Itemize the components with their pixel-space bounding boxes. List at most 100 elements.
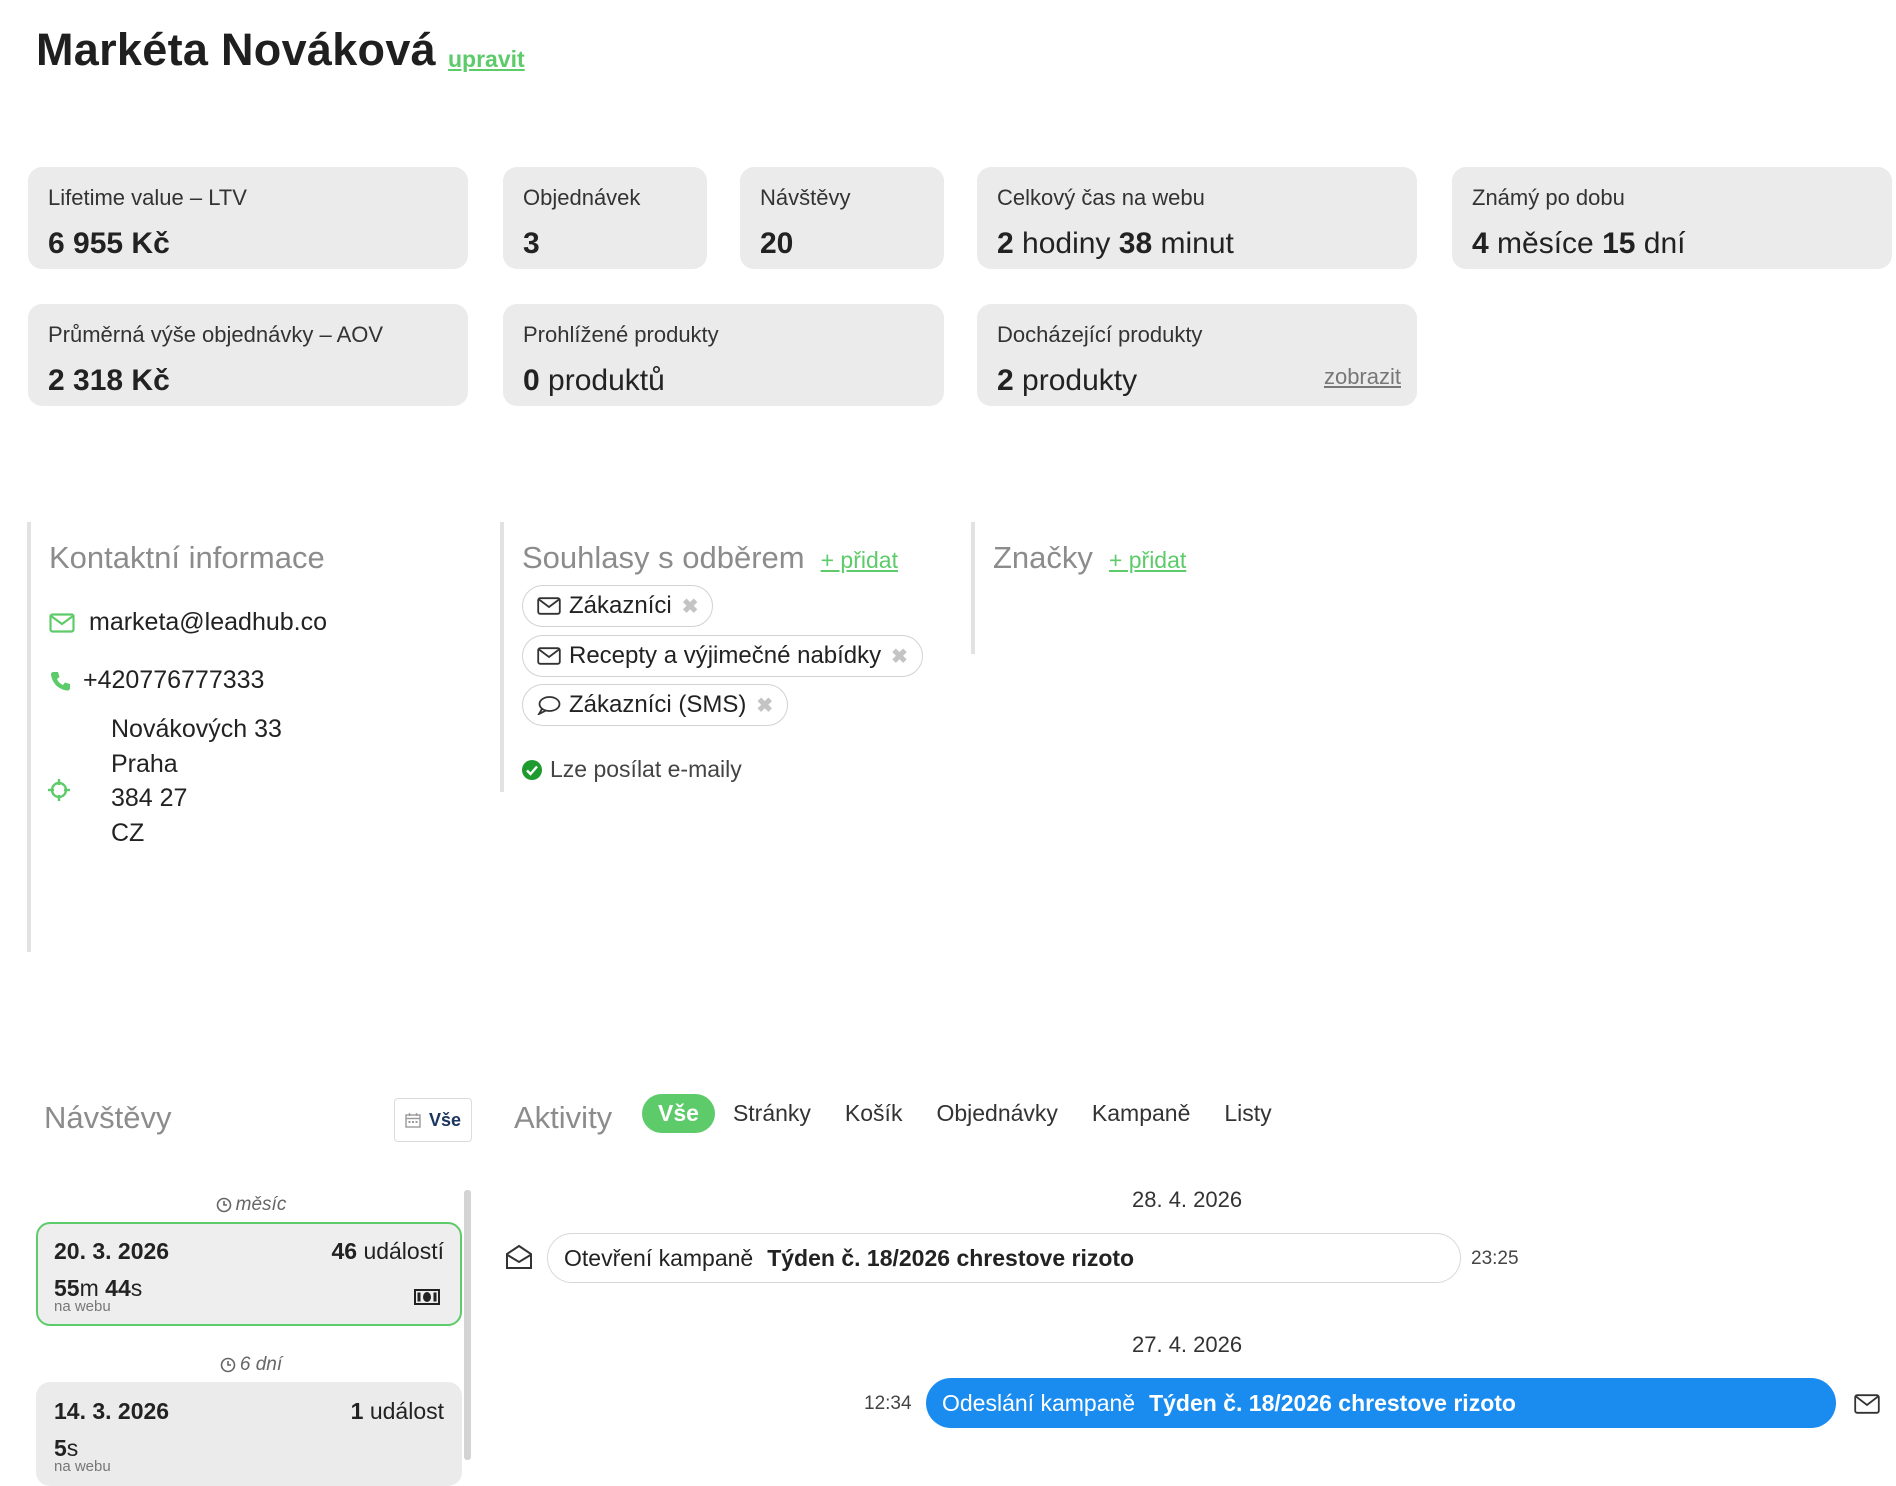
stat-value: 3 bbox=[523, 227, 540, 260]
stat-label: Docházející produkty bbox=[997, 322, 1203, 347]
stat-label: Známý po dobu bbox=[1472, 185, 1625, 210]
remove-consent-icon[interactable]: ✖ bbox=[891, 644, 908, 669]
speech-bubble-icon bbox=[537, 696, 561, 715]
address-zip: 384 27 bbox=[111, 784, 188, 812]
stat-card-aov: Průměrná výše objednávky – AOV 2 318 Kč bbox=[28, 304, 468, 406]
envelope-open-icon bbox=[506, 1244, 532, 1269]
envelope-icon bbox=[537, 597, 561, 615]
stat-label: Lifetime value – LTV bbox=[48, 185, 247, 210]
visit-age-separator: 6 dní bbox=[36, 1354, 466, 1376]
visit-card-header: 14. 3. 2026 1 událost bbox=[54, 1398, 444, 1425]
tags-section: Značky + přidat bbox=[971, 522, 1411, 654]
visit-date: 20. 3. 2026 bbox=[54, 1238, 170, 1264]
show-running-out-link[interactable]: zobrazit bbox=[1324, 364, 1401, 390]
address-country: CZ bbox=[111, 818, 145, 847]
add-tag-link[interactable]: + přidat bbox=[1109, 547, 1186, 573]
calendar-icon bbox=[405, 1113, 421, 1128]
visit-age-text: 6 dní bbox=[239, 1354, 283, 1375]
stat-label: Návštěvy bbox=[760, 185, 851, 210]
remove-consent-icon[interactable]: ✖ bbox=[756, 693, 773, 718]
stat-card-orders: Objednávek 3 bbox=[503, 167, 707, 269]
activity-campaign-name: Týden č. 18/2026 chrestove rizoto bbox=[1149, 1389, 1516, 1416]
consents-title: Souhlasy s odběrem bbox=[522, 540, 805, 575]
stat-label: Celkový čas na webu bbox=[997, 185, 1205, 210]
activity-bubble-campaign-sent[interactable]: Odeslání kampaně Týden č. 18/2026 chrest… bbox=[926, 1378, 1836, 1428]
stat-label: Průměrná výše objednávky – AOV bbox=[48, 322, 384, 347]
location-target-icon bbox=[48, 779, 70, 801]
stat-label: Prohlížené produkty bbox=[523, 322, 719, 347]
visit-events: 1 událost bbox=[350, 1398, 444, 1424]
email-status-text: Lze posílat e-maily bbox=[550, 756, 742, 782]
tab-lists[interactable]: Listy bbox=[1224, 1100, 1271, 1127]
visits-title: Návštěvy bbox=[44, 1100, 172, 1135]
visit-age-text: měsíc bbox=[235, 1194, 287, 1215]
check-circle-icon bbox=[522, 759, 542, 780]
consent-label: Recepty a výjimečné nabídky bbox=[569, 642, 882, 669]
contact-info-title: Kontaktní informace bbox=[49, 540, 325, 575]
stat-value: 20 bbox=[760, 227, 794, 260]
clock-icon bbox=[220, 1357, 236, 1373]
address-city: Praha bbox=[111, 749, 178, 778]
edit-link[interactable]: upravit bbox=[448, 46, 525, 73]
address-street: Novákových 33 bbox=[111, 715, 282, 743]
contact-info-section: Kontaktní informace marketa@leadhub.co +… bbox=[27, 522, 467, 952]
envelope-icon bbox=[49, 612, 75, 633]
activities-title: Aktivity bbox=[514, 1100, 613, 1135]
stat-card-viewed-products: Prohlížené produkty 0 produktů bbox=[503, 304, 944, 406]
tab-cart[interactable]: Košík bbox=[845, 1100, 903, 1127]
consent-label: Zákazníci bbox=[569, 592, 672, 619]
phone-row: +420776777333 bbox=[49, 666, 264, 695]
visit-card[interactable]: 14. 3. 2026 1 událost 5s na webu bbox=[36, 1382, 462, 1486]
visits-scrollbar[interactable] bbox=[464, 1190, 471, 1460]
consent-label: Zákazníci (SMS) bbox=[569, 691, 747, 718]
email-row: marketa@leadhub.co bbox=[49, 608, 327, 637]
tags-title: Značky bbox=[993, 540, 1093, 575]
envelope-icon bbox=[537, 647, 561, 665]
consent-pill: Recepty a výjimečné nabídky ✖ bbox=[522, 635, 923, 677]
activity-label: Odeslání kampaně bbox=[942, 1389, 1136, 1416]
activity-time: 12:34 bbox=[864, 1393, 912, 1414]
consent-pill: Zákazníci (SMS) ✖ bbox=[522, 684, 789, 726]
visits-all-button[interactable]: Vše bbox=[394, 1098, 472, 1142]
visit-card-header: 20. 3. 2026 46 událostí bbox=[54, 1238, 444, 1265]
activity-tabs: Vše Stránky Košík Objednávky Kampaně Lis… bbox=[642, 1094, 1306, 1133]
email-status: Lze posílat e-maily bbox=[522, 756, 742, 783]
tab-orders[interactable]: Objednávky bbox=[936, 1100, 1057, 1127]
stat-value: 4 měsíce 15 dní bbox=[1472, 227, 1686, 260]
stat-value: 2 318 Kč bbox=[48, 364, 170, 397]
stat-label: Objednávek bbox=[523, 185, 641, 210]
visit-duration-caption: na webu bbox=[54, 1458, 111, 1475]
clock-icon bbox=[216, 1197, 231, 1213]
stat-value: 2 hodiny 38 minut bbox=[997, 227, 1234, 260]
stat-card-visits: Návštěvy 20 bbox=[740, 167, 944, 269]
visit-date: 14. 3. 2026 bbox=[54, 1398, 170, 1424]
address-block: Novákových 33 Praha 384 27 CZ bbox=[111, 712, 282, 850]
add-consent-link[interactable]: + přidat bbox=[821, 547, 898, 573]
tab-campaigns[interactable]: Kampaně bbox=[1092, 1100, 1190, 1127]
phone-value[interactable]: +420776777333 bbox=[83, 666, 264, 695]
stat-card-time-on-web: Celkový čas na webu 2 hodiny 38 minut bbox=[977, 167, 1417, 269]
stat-value: 0 produktů bbox=[523, 364, 665, 397]
stat-card-known-for: Známý po dobu 4 měsíce 15 dní bbox=[1452, 167, 1892, 269]
visit-card[interactable]: 20. 3. 2026 46 událostí 55m 44s na webu bbox=[36, 1222, 462, 1326]
activity-time: 23:25 bbox=[1471, 1248, 1519, 1269]
visit-age-separator: měsíc bbox=[36, 1194, 466, 1216]
email-value[interactable]: marketa@leadhub.co bbox=[89, 608, 327, 637]
activity-label: Otevření kampaně bbox=[564, 1244, 754, 1271]
envelope-icon bbox=[1854, 1394, 1880, 1414]
consent-pill: Zákazníci ✖ bbox=[522, 585, 714, 627]
activity-date-separator: 28. 4. 2026 bbox=[1132, 1187, 1243, 1212]
customer-name: Markéta Nováková bbox=[36, 24, 436, 75]
activity-bubble-campaign-opened[interactable]: Otevření kampaně Týden č. 18/2026 chrest… bbox=[547, 1233, 1461, 1283]
money-icon bbox=[414, 1289, 440, 1305]
tab-all[interactable]: Vše bbox=[642, 1094, 715, 1133]
stat-value: 6 955 Kč bbox=[48, 227, 170, 260]
activity-campaign-name: Týden č. 18/2026 chrestove rizoto bbox=[767, 1244, 1135, 1271]
stat-card-ltv: Lifetime value – LTV 6 955 Kč bbox=[28, 167, 468, 269]
tab-pages[interactable]: Stránky bbox=[733, 1100, 811, 1127]
visits-all-label: Vše bbox=[428, 1109, 462, 1130]
phone-icon bbox=[50, 671, 70, 691]
remove-consent-icon[interactable]: ✖ bbox=[682, 594, 699, 619]
consents-section: Souhlasy s odběrem + přidat Zákazníci ✖ R… bbox=[500, 522, 940, 792]
visit-events: 46 událostí bbox=[331, 1238, 444, 1264]
